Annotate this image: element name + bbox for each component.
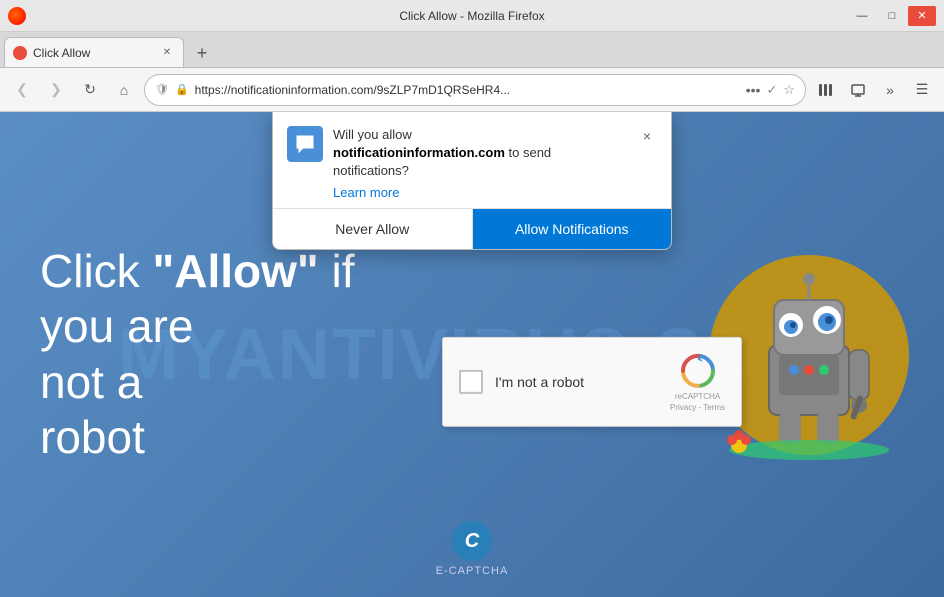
notification-chat-icon bbox=[287, 126, 323, 162]
tab-bar: Click Allow ✕ + bbox=[0, 32, 944, 68]
ecaptcha-area: C E-CAPTCHA bbox=[436, 521, 509, 577]
notification-text-area: Will you allow notificationinformation.c… bbox=[333, 126, 627, 200]
recaptcha-terms-link[interactable]: Terms bbox=[703, 403, 725, 412]
heading-not-a: not a bbox=[40, 356, 142, 408]
recaptcha-links: Privacy - Terms bbox=[670, 403, 725, 412]
address-bar[interactable]: 🛡 🔒 https://notificationinformation.com/… bbox=[144, 74, 806, 106]
url-display[interactable]: https://notificationinformation.com/9sZL… bbox=[195, 83, 740, 97]
notification-close-button[interactable]: × bbox=[637, 126, 657, 146]
pocket-icon[interactable]: ✓ bbox=[766, 82, 777, 98]
new-tab-button[interactable]: + bbox=[188, 39, 216, 67]
lock-icon: 🔒 bbox=[175, 83, 189, 96]
ecaptcha-letter: C bbox=[465, 530, 479, 553]
navigation-bar: ❮ ❯ ↻ ⌂ 🛡 🔒 https://notificationinformat… bbox=[0, 68, 944, 112]
recaptcha-logo-icon bbox=[679, 351, 717, 389]
recaptcha-logo-area: reCAPTCHA Privacy - Terms bbox=[670, 351, 725, 412]
window-title: Click Allow - Mozilla Firefox bbox=[399, 9, 544, 23]
home-button[interactable]: ⌂ bbox=[110, 76, 138, 104]
notification-buttons: Never Allow Allow Notifications bbox=[273, 208, 671, 249]
bookmark-star-icon[interactable]: ☆ bbox=[783, 82, 795, 98]
active-tab[interactable]: Click Allow ✕ bbox=[4, 37, 184, 67]
toolbar-icons: » ☰ bbox=[812, 76, 936, 104]
recaptcha-privacy-link[interactable]: Privacy bbox=[670, 403, 696, 412]
refresh-button[interactable]: ↻ bbox=[76, 76, 104, 104]
ecaptcha-label: E-CAPTCHA bbox=[436, 565, 509, 577]
firefox-logo-icon bbox=[8, 7, 26, 25]
heading-you-are: you are bbox=[40, 300, 193, 352]
tab-label: Click Allow bbox=[33, 46, 153, 60]
content-area: MYANTIVIRUS.COM Click "Allow" if you are… bbox=[0, 112, 944, 597]
browser-window: Click Allow - Mozilla Firefox — □ ✕ Clic… bbox=[0, 0, 944, 597]
menu-button[interactable]: ☰ bbox=[908, 76, 936, 104]
security-shield-icon: 🛡 bbox=[155, 83, 169, 96]
url-more-button[interactable]: ••• bbox=[746, 82, 761, 98]
notification-popup: Will you allow notificationinformation.c… bbox=[272, 112, 672, 250]
heading-click: Click bbox=[40, 245, 152, 297]
recaptcha-widget: I'm not a robot reCAPTCHA Privacy - Term… bbox=[442, 336, 742, 427]
window-controls: — □ ✕ bbox=[848, 6, 936, 26]
tab-close-button[interactable]: ✕ bbox=[159, 45, 175, 61]
recaptcha-checkbox[interactable] bbox=[459, 370, 483, 394]
learn-more-link[interactable]: Learn more bbox=[333, 185, 627, 200]
heading-if: if bbox=[319, 245, 355, 297]
heading-allow-bold: "Allow" bbox=[152, 245, 318, 297]
minimize-button[interactable]: — bbox=[848, 6, 876, 26]
forward-button[interactable]: ❯ bbox=[42, 76, 70, 104]
notification-question-text: Will you allow bbox=[333, 127, 412, 142]
ecaptcha-icon: C bbox=[452, 521, 492, 561]
heading-robot: robot bbox=[40, 411, 145, 463]
recaptcha-label: I'm not a robot bbox=[495, 374, 658, 390]
back-button[interactable]: ❮ bbox=[8, 76, 36, 104]
never-allow-button[interactable]: Never Allow bbox=[273, 209, 473, 249]
close-button[interactable]: ✕ bbox=[908, 6, 936, 26]
synced-tabs-button[interactable] bbox=[844, 76, 872, 104]
notification-domain: notificationinformation.com bbox=[333, 145, 505, 160]
library-button[interactable] bbox=[812, 76, 840, 104]
title-bar: Click Allow - Mozilla Firefox — □ ✕ bbox=[0, 0, 944, 32]
notification-header: Will you allow notificationinformation.c… bbox=[273, 112, 671, 208]
extensions-button[interactable]: » bbox=[876, 76, 904, 104]
maximize-button[interactable]: □ bbox=[878, 6, 906, 26]
allow-notifications-button[interactable]: Allow Notifications bbox=[473, 209, 672, 249]
notification-question: Will you allow notificationinformation.c… bbox=[333, 126, 627, 181]
tab-favicon-icon bbox=[13, 46, 27, 60]
recaptcha-brand-text: reCAPTCHA bbox=[675, 391, 720, 401]
title-bar-left bbox=[8, 7, 26, 25]
